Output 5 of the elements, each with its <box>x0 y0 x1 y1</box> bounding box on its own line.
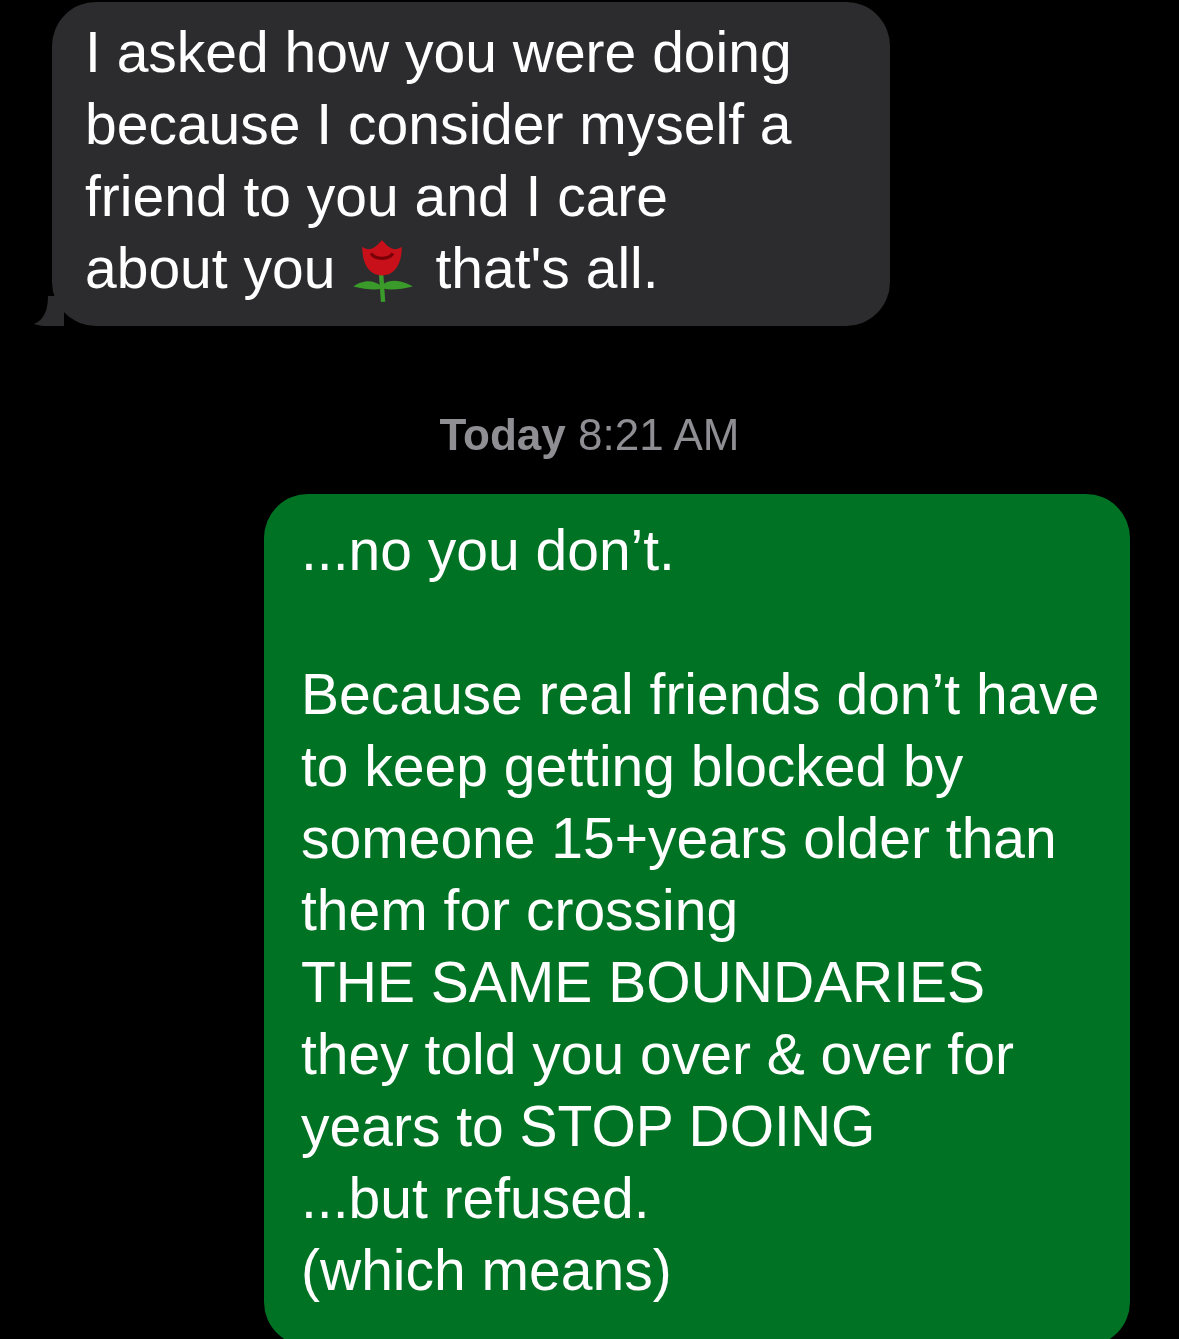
message-text: about you <box>85 236 336 300</box>
message-text: that's all. <box>435 236 659 300</box>
message-text: ...no you don’t. <box>301 517 676 584</box>
message-text: Because real friends don’t have to keep getting blocked by someone 15+years older than them for crossing THE SAME BOUNDARIES they told you over & over for years to STOP DOING ...but refused. (which means) <box>301 661 1101 1304</box>
timestamp: Today 8:21 AM <box>438 410 741 460</box>
